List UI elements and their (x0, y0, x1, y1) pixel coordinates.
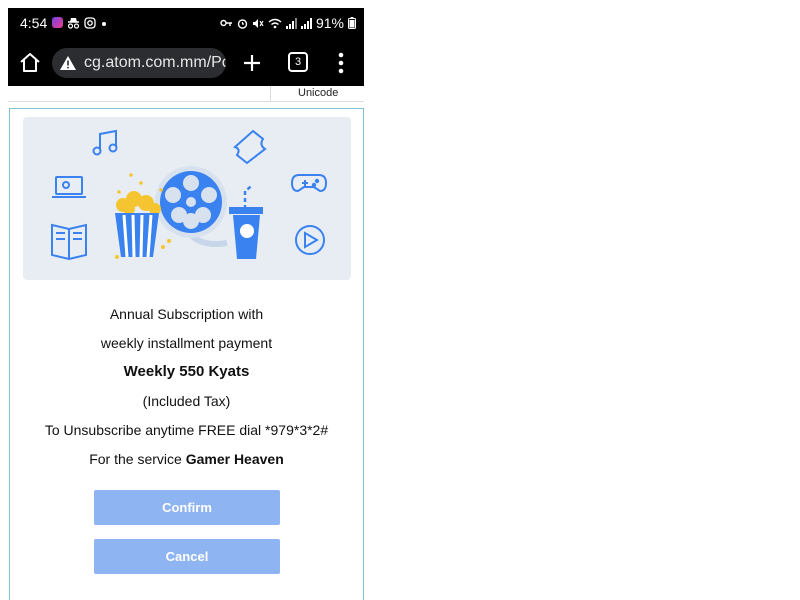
tab-switcher-button[interactable]: 3 (288, 52, 308, 72)
phone-screen: 4:54 91% cg.atom.com.mm/Pc 3 Unicode Ann… (8, 8, 364, 600)
service-prefix: For the service (89, 451, 182, 467)
app-notification-icon (52, 17, 63, 28)
subscription-details: Annual Subscription with weekly installm… (10, 304, 363, 478)
status-icons: 91% (220, 15, 356, 31)
browser-toolbar: cg.atom.com.mm/Pc 3 (8, 40, 364, 86)
cancel-button[interactable]: Cancel (94, 539, 280, 574)
subscription-line-1: Annual Subscription with (109, 306, 264, 322)
signal-icon (285, 17, 297, 29)
url-text[interactable]: cg.atom.com.mm/Pc (84, 54, 226, 72)
confirm-button[interactable]: Confirm (94, 490, 280, 525)
gamepad-icon (290, 174, 328, 193)
play-icon (295, 225, 325, 255)
tax-note: (Included Tax) (142, 393, 231, 409)
book-icon (51, 223, 87, 261)
laptop-icon (52, 176, 86, 198)
new-tab-icon[interactable] (240, 51, 264, 75)
service-name: Gamer Heaven (185, 451, 284, 467)
incognito-icon (67, 18, 80, 29)
notification-dot-icon (102, 22, 106, 26)
unicode-link[interactable]: Unicode (298, 87, 338, 99)
language-row: Unicode (8, 86, 364, 102)
warning-icon[interactable] (60, 56, 76, 70)
status-time: 4:54 (20, 15, 48, 31)
home-icon[interactable] (18, 51, 42, 75)
battery-icon (348, 17, 356, 29)
ticket-icon (233, 129, 267, 165)
address-bar[interactable]: cg.atom.com.mm/Pc (52, 48, 226, 78)
drink-cup-icon (229, 184, 263, 259)
wifi-icon (268, 18, 282, 28)
key-icon (220, 19, 232, 27)
subscription-card: Annual Subscription with weekly installm… (9, 108, 364, 600)
subscription-line-2: weekly installment payment (100, 335, 273, 351)
service-line: For the service Gamer Heaven (10, 449, 363, 478)
music-note-icon (92, 129, 118, 156)
entertainment-illustration (51, 129, 328, 261)
unsubscribe-info: To Unsubscribe anytime FREE dial *979*3*… (44, 422, 329, 438)
status-bar: 4:54 91% (8, 8, 364, 40)
mute-icon (252, 18, 264, 28)
entertainment-banner (23, 117, 351, 280)
price-text: Weekly 550 Kyats (123, 363, 250, 380)
signal-icon-2 (300, 17, 312, 29)
more-menu-icon[interactable] (338, 52, 344, 74)
battery-percent: 91% (315, 15, 344, 31)
divider (270, 86, 271, 101)
alarm-icon (237, 18, 248, 29)
film-reel-icon (155, 166, 228, 247)
instagram-icon (84, 17, 96, 29)
